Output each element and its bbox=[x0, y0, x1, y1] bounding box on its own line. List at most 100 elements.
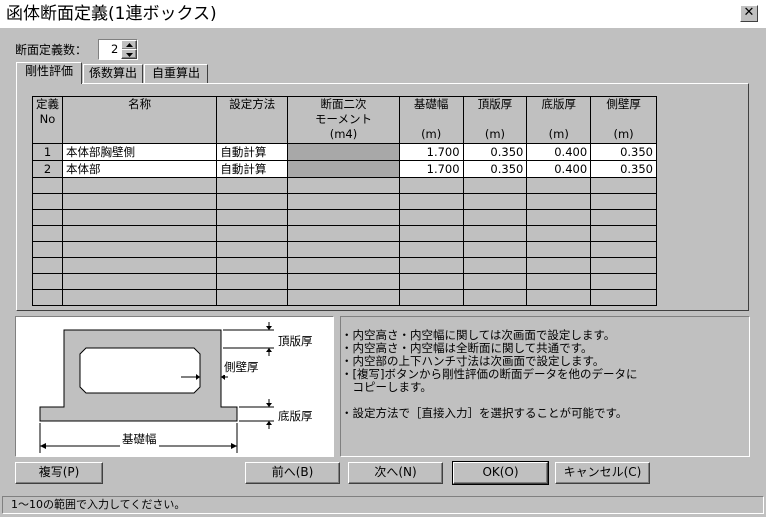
section-count-spinner[interactable]: 2 bbox=[98, 39, 138, 60]
empty-cell[interactable] bbox=[287, 193, 400, 210]
row-name-cell[interactable]: 本体部 bbox=[61, 160, 218, 178]
tab-coefficient[interactable]: 係数算出 bbox=[83, 64, 143, 84]
empty-cell[interactable] bbox=[287, 257, 400, 274]
table-row-empty[interactable] bbox=[32, 289, 657, 306]
empty-cell[interactable] bbox=[590, 225, 657, 242]
empty-cell[interactable] bbox=[216, 241, 289, 258]
section-table[interactable]: 定義 No 名称 設定方法 断面二次 モーメント (m4) 基礎幅 (m) 頂版厚 (… bbox=[32, 96, 657, 306]
empty-cell[interactable] bbox=[462, 225, 528, 242]
empty-cell[interactable] bbox=[32, 193, 63, 210]
empty-cell[interactable] bbox=[590, 193, 657, 210]
empty-cell[interactable] bbox=[216, 193, 289, 210]
empty-cell[interactable] bbox=[398, 289, 464, 306]
tab-self-weight[interactable]: 自重算出 bbox=[144, 64, 208, 84]
empty-cell[interactable] bbox=[61, 193, 218, 210]
empty-cell[interactable] bbox=[526, 225, 592, 242]
empty-cell[interactable] bbox=[287, 209, 400, 226]
row-side-wall-cell[interactable]: 0.350 bbox=[590, 160, 657, 178]
table-row-empty[interactable] bbox=[32, 225, 657, 242]
empty-cell[interactable] bbox=[462, 257, 528, 274]
empty-cell[interactable] bbox=[590, 241, 657, 258]
empty-cell[interactable] bbox=[526, 273, 592, 290]
empty-cell[interactable] bbox=[398, 193, 464, 210]
empty-cell[interactable] bbox=[32, 289, 63, 306]
empty-cell[interactable] bbox=[526, 289, 592, 306]
empty-cell[interactable] bbox=[32, 209, 63, 226]
empty-cell[interactable] bbox=[462, 273, 528, 290]
table-row-empty[interactable] bbox=[32, 209, 657, 226]
empty-cell[interactable] bbox=[61, 209, 218, 226]
empty-cell[interactable] bbox=[398, 273, 464, 290]
row-method-cell[interactable]: 自動計算 bbox=[216, 143, 289, 161]
tab-rigidity[interactable]: 剛性評価 bbox=[16, 62, 82, 84]
empty-cell[interactable] bbox=[287, 289, 400, 306]
empty-cell[interactable] bbox=[61, 257, 218, 274]
table-row-empty[interactable] bbox=[32, 257, 657, 274]
empty-cell[interactable] bbox=[398, 257, 464, 274]
copy-button[interactable]: 複写(P) bbox=[15, 462, 103, 484]
table-row-empty[interactable] bbox=[32, 193, 657, 210]
empty-cell[interactable] bbox=[216, 273, 289, 290]
empty-cell[interactable] bbox=[526, 241, 592, 258]
close-button[interactable]: ✕ bbox=[740, 5, 758, 22]
empty-cell[interactable] bbox=[287, 177, 400, 194]
empty-cell[interactable] bbox=[590, 289, 657, 306]
row-bottom-slab-cell[interactable]: 0.400 bbox=[526, 160, 592, 178]
empty-cell[interactable] bbox=[590, 177, 657, 194]
row-top-slab-cell[interactable]: 0.350 bbox=[462, 143, 528, 161]
empty-cell[interactable] bbox=[61, 177, 218, 194]
empty-cell[interactable] bbox=[216, 257, 289, 274]
column-header-top-slab: 頂版厚 (m) bbox=[462, 96, 528, 144]
table-row-empty[interactable] bbox=[32, 241, 657, 258]
empty-cell[interactable] bbox=[61, 273, 218, 290]
row-bottom-slab-cell[interactable]: 0.400 bbox=[526, 143, 592, 161]
next-button[interactable]: 次へ(N) bbox=[348, 462, 443, 484]
empty-cell[interactable] bbox=[462, 193, 528, 210]
empty-cell[interactable] bbox=[462, 209, 528, 226]
cancel-button[interactable]: キャンセル(C) bbox=[555, 462, 650, 484]
empty-cell[interactable] bbox=[32, 257, 63, 274]
empty-cell[interactable] bbox=[32, 241, 63, 258]
empty-cell[interactable] bbox=[61, 225, 218, 242]
row-method-cell[interactable]: 自動計算 bbox=[216, 160, 289, 178]
empty-cell[interactable] bbox=[526, 193, 592, 210]
empty-cell[interactable] bbox=[462, 241, 528, 258]
empty-cell[interactable] bbox=[216, 209, 289, 226]
table-row[interactable]: 1 本体部胸壁側 自動計算 1.700 0.350 0.400 0.350 bbox=[32, 143, 657, 161]
empty-cell[interactable] bbox=[287, 241, 400, 258]
empty-cell[interactable] bbox=[590, 257, 657, 274]
empty-cell[interactable] bbox=[32, 273, 63, 290]
empty-cell[interactable] bbox=[32, 177, 63, 194]
empty-cell[interactable] bbox=[398, 209, 464, 226]
empty-cell[interactable] bbox=[61, 241, 218, 258]
empty-cell[interactable] bbox=[398, 241, 464, 258]
table-row-empty[interactable] bbox=[32, 177, 657, 194]
empty-cell[interactable] bbox=[526, 177, 592, 194]
empty-cell[interactable] bbox=[32, 225, 63, 242]
section-count-value[interactable]: 2 bbox=[111, 42, 118, 56]
row-top-slab-cell[interactable]: 0.350 bbox=[462, 160, 528, 178]
ok-button[interactable]: OK(O) bbox=[452, 461, 549, 485]
empty-cell[interactable] bbox=[526, 209, 592, 226]
empty-cell[interactable] bbox=[526, 257, 592, 274]
table-row[interactable]: 2 本体部 自動計算 1.700 0.350 0.400 0.350 bbox=[32, 160, 657, 178]
empty-cell[interactable] bbox=[398, 225, 464, 242]
empty-cell[interactable] bbox=[398, 177, 464, 194]
spin-down-button[interactable] bbox=[121, 49, 137, 59]
empty-cell[interactable] bbox=[216, 225, 289, 242]
empty-cell[interactable] bbox=[590, 209, 657, 226]
empty-cell[interactable] bbox=[61, 289, 218, 306]
row-side-wall-cell[interactable]: 0.350 bbox=[590, 143, 657, 161]
empty-cell[interactable] bbox=[590, 273, 657, 290]
prev-button[interactable]: 前へ(B) bbox=[245, 462, 340, 484]
empty-cell[interactable] bbox=[216, 289, 289, 306]
empty-cell[interactable] bbox=[287, 273, 400, 290]
empty-cell[interactable] bbox=[462, 177, 528, 194]
empty-cell[interactable] bbox=[287, 225, 400, 242]
table-row-empty[interactable] bbox=[32, 273, 657, 290]
empty-cell[interactable] bbox=[216, 177, 289, 194]
row-name-cell[interactable]: 本体部胸壁側 bbox=[61, 143, 218, 161]
row-base-width-cell[interactable]: 1.700 bbox=[398, 143, 464, 161]
row-base-width-cell[interactable]: 1.700 bbox=[398, 160, 464, 178]
empty-cell[interactable] bbox=[462, 289, 528, 306]
